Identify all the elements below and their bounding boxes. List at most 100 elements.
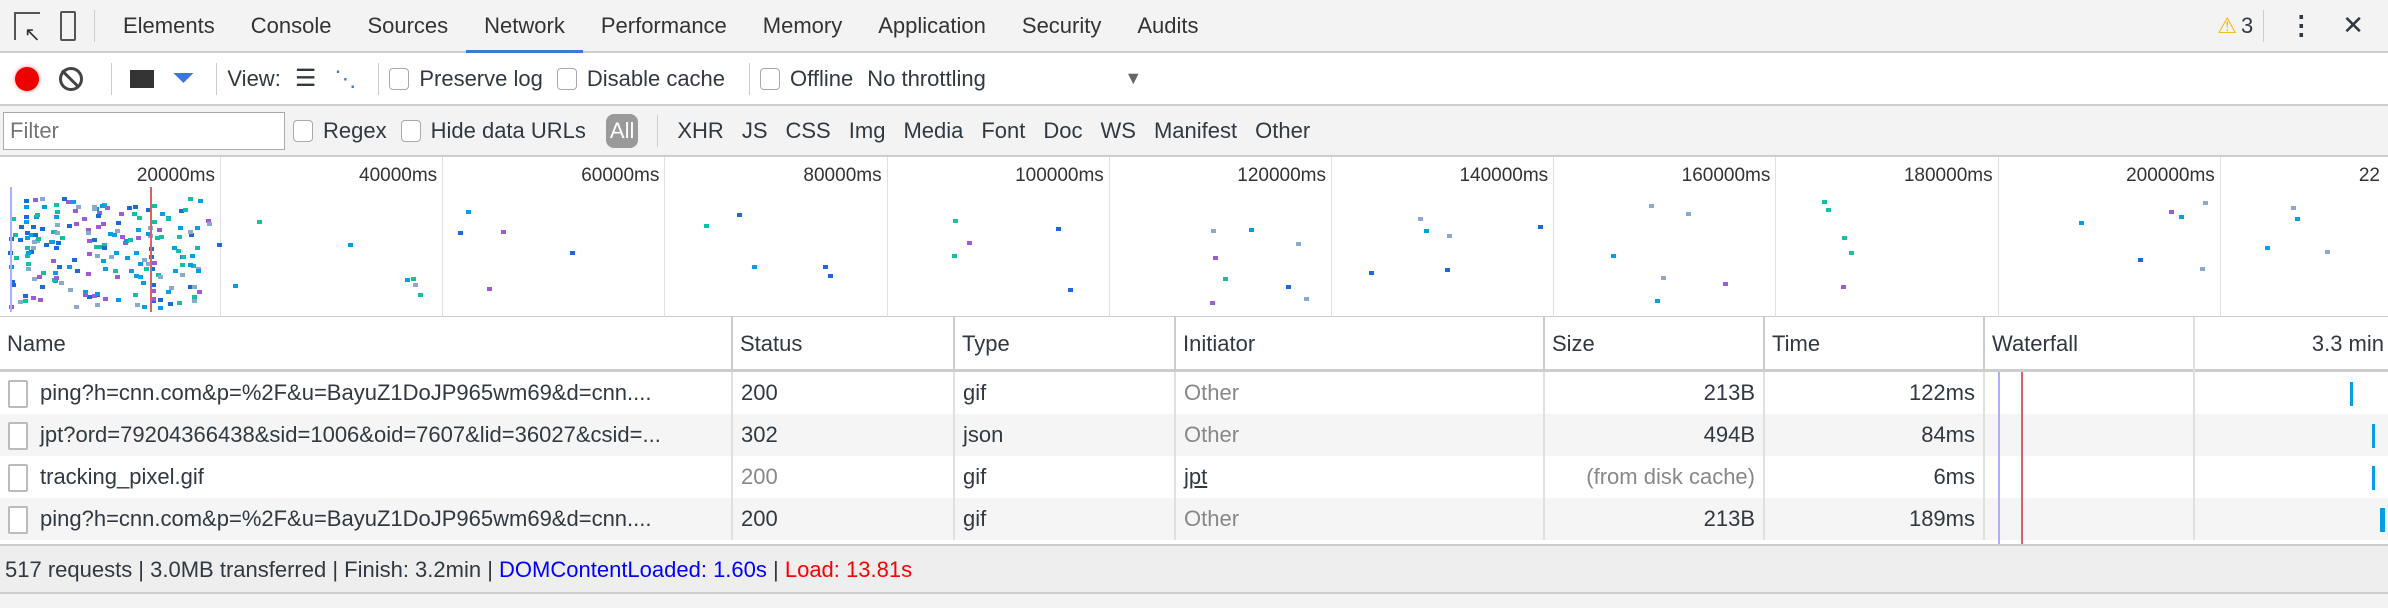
warning-count[interactable]: 3 bbox=[2241, 13, 2253, 39]
overview-request-mark bbox=[36, 236, 42, 241]
overview-request-mark bbox=[71, 258, 77, 263]
filter-type-doc[interactable]: Doc bbox=[1043, 118, 1082, 144]
hide-data-urls-checkbox[interactable]: Hide data URLs bbox=[400, 118, 586, 144]
filter-input[interactable] bbox=[3, 111, 285, 150]
device-toolbar-icon[interactable] bbox=[60, 10, 76, 41]
overview-tick-label: 160000ms bbox=[1681, 165, 1771, 186]
cell-name[interactable]: ping?h=cnn.com&p=%2F&u=BayuZ1DoJP965wm69… bbox=[0, 372, 733, 414]
overview-request-mark bbox=[101, 258, 107, 263]
cell-status: 200 bbox=[733, 456, 955, 498]
cell-name[interactable]: tracking_pixel.gif bbox=[0, 456, 733, 498]
disable-cache-checkbox[interactable]: Disable cache bbox=[556, 66, 725, 92]
regex-checkbox[interactable]: Regex bbox=[293, 118, 387, 144]
overview-request-mark bbox=[152, 219, 158, 224]
overview-request-mark bbox=[32, 277, 38, 282]
overview-request-mark bbox=[73, 222, 79, 227]
filter-type-all[interactable]: All bbox=[605, 113, 639, 148]
overview-request-mark bbox=[60, 235, 66, 240]
overview-request-mark bbox=[26, 267, 32, 272]
overview-request-mark bbox=[59, 281, 65, 286]
filter-type-manifest[interactable]: Manifest bbox=[1154, 118, 1237, 144]
record-button[interactable] bbox=[15, 66, 39, 91]
overview-request-mark bbox=[114, 250, 120, 255]
warning-icon[interactable]: ⚠ bbox=[2217, 13, 2237, 39]
table-row[interactable]: ping?h=cnn.com&p=%2F&u=BayuZ1DoJP965wm69… bbox=[0, 372, 2388, 414]
tab-audits[interactable]: Audits bbox=[1119, 0, 1216, 51]
overview-request-mark bbox=[159, 234, 165, 239]
tab-performance[interactable]: Performance bbox=[583, 0, 745, 51]
waterfall-bar bbox=[2350, 382, 2353, 406]
name-text: jpt?ord=79204366438&sid=1006&oid=7607&li… bbox=[40, 422, 661, 447]
overview-request-mark bbox=[95, 292, 101, 297]
tab-elements[interactable]: Elements bbox=[105, 0, 233, 51]
inspect-element-icon[interactable]: ↖ bbox=[14, 11, 41, 46]
overview-request-mark bbox=[23, 199, 29, 204]
cell-initiator[interactable]: jpt bbox=[1176, 456, 1545, 498]
overview-tick-label: 40000ms bbox=[359, 165, 438, 186]
screenshot-camera-icon[interactable] bbox=[130, 69, 154, 88]
large-rows-icon[interactable]: ☰ bbox=[295, 64, 317, 93]
overview-request-mark bbox=[24, 220, 30, 225]
size-text: 494B bbox=[1703, 422, 1755, 447]
overview-request-mark bbox=[104, 205, 110, 210]
overview-request-mark bbox=[96, 224, 102, 229]
waterfall-gridline bbox=[2193, 456, 2195, 498]
tab-sources[interactable]: Sources bbox=[349, 0, 466, 51]
filter-type-media[interactable]: Media bbox=[903, 118, 963, 144]
cell-name[interactable]: jpt?ord=79204366438&sid=1006&oid=7607&li… bbox=[0, 414, 733, 456]
overview-request-mark bbox=[102, 296, 108, 301]
tab-console[interactable]: Console bbox=[233, 0, 350, 51]
throttling-select[interactable]: No throttling ▼ bbox=[867, 66, 1142, 92]
overview-request-mark bbox=[37, 274, 43, 279]
tab-application[interactable]: Application bbox=[860, 0, 1004, 51]
overview-toggle-icon[interactable]: ⋱ bbox=[334, 66, 356, 92]
filter-type-ws[interactable]: WS bbox=[1101, 118, 1136, 144]
tab-memory[interactable]: Memory bbox=[745, 0, 860, 51]
overview-request-mark bbox=[39, 227, 45, 232]
more-options-icon[interactable]: ⋮ bbox=[2288, 10, 2314, 41]
cell-initiator: Other bbox=[1176, 498, 1545, 540]
filter-type-js[interactable]: JS bbox=[742, 118, 768, 144]
overview-gridline bbox=[220, 157, 221, 317]
overview-request-mark bbox=[188, 197, 194, 202]
overview-request-mark bbox=[457, 231, 463, 236]
overview-request-mark bbox=[487, 286, 493, 291]
table-row[interactable]: ping?h=cnn.com&p=%2F&u=BayuZ1DoJP965wm69… bbox=[0, 498, 2388, 540]
offline-checkbox[interactable]: Offline bbox=[760, 66, 853, 92]
overview-request-mark bbox=[195, 246, 201, 251]
cell-time: 122ms bbox=[1765, 372, 1985, 414]
overview-request-mark bbox=[134, 274, 140, 279]
column-header-initiator[interactable]: Initiator bbox=[1176, 317, 1545, 372]
close-icon[interactable]: ✕ bbox=[2342, 10, 2364, 41]
table-row[interactable]: tracking_pixel.gif 200 gif jpt (from disk ca… bbox=[0, 456, 2388, 498]
filter-type-font[interactable]: Font bbox=[981, 118, 1025, 144]
tab-network[interactable]: Network bbox=[466, 0, 583, 53]
waterfall-scale-label: 3.3 min bbox=[2193, 317, 2388, 372]
column-header-time[interactable]: Time bbox=[1765, 317, 1985, 372]
filter-type-xhr[interactable]: XHR bbox=[677, 118, 723, 144]
column-header-type[interactable]: Type bbox=[955, 317, 1176, 372]
overview-request-mark bbox=[1285, 284, 1291, 289]
overview-request-mark bbox=[1368, 271, 1374, 276]
network-overview-timeline[interactable]: 20000ms 40000ms 60000ms 80000ms 100000ms 1200… bbox=[0, 157, 2388, 317]
waterfall-gridline bbox=[2193, 498, 2195, 540]
drawer-edge bbox=[0, 594, 2388, 608]
size-text: (from disk cache) bbox=[1586, 464, 1755, 489]
column-header-status[interactable]: Status bbox=[733, 317, 955, 372]
overview-request-mark bbox=[95, 214, 101, 219]
filter-type-other[interactable]: Other bbox=[1255, 118, 1310, 144]
preserve-log-checkbox[interactable]: Preserve log bbox=[389, 66, 543, 92]
filter-type-img[interactable]: Img bbox=[849, 118, 886, 144]
view-label: View: bbox=[227, 65, 281, 91]
overview-request-mark bbox=[1445, 267, 1451, 272]
column-header-name[interactable]: Name bbox=[0, 317, 733, 372]
table-row[interactable]: jpt?ord=79204366438&sid=1006&oid=7607&li… bbox=[0, 414, 2388, 456]
clear-icon[interactable] bbox=[59, 66, 83, 91]
tab-security[interactable]: Security bbox=[1004, 0, 1119, 51]
cell-name[interactable]: ping?h=cnn.com&p=%2F&u=BayuZ1DoJP965wm69… bbox=[0, 498, 733, 540]
filter-type-css[interactable]: CSS bbox=[786, 118, 831, 144]
filter-icon[interactable]: ⏷ bbox=[172, 62, 194, 95]
overview-request-mark bbox=[51, 259, 57, 264]
overview-request-mark bbox=[70, 200, 76, 205]
column-header-size[interactable]: Size bbox=[1545, 317, 1765, 372]
